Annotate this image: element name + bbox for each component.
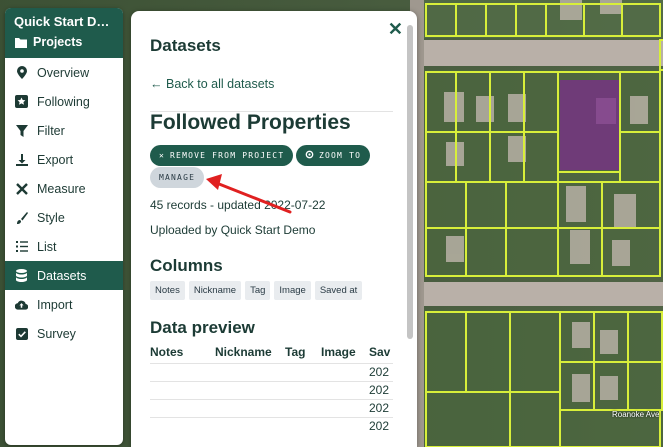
table-row: 202 <box>150 398 393 417</box>
table-cell: 202 <box>369 416 393 435</box>
target-icon <box>305 150 314 161</box>
sidebar-item-label: Datasets <box>37 268 87 283</box>
column-tags: Notes Nickname Tag Image Saved at <box>150 281 363 300</box>
data-preview-table: Notes Nickname Tag Image Sav 202 202 202… <box>150 342 393 435</box>
table-cell <box>285 362 321 381</box>
sidebar-item-list[interactable]: List <box>5 232 123 261</box>
arrow-left-icon: ← <box>150 77 163 91</box>
sidebar-item-label: List <box>37 239 57 254</box>
table-cell <box>150 362 215 381</box>
sidebar-item-style[interactable]: Style <box>5 203 123 232</box>
cloud-upload-icon <box>15 298 28 311</box>
table-header-cell: Sav <box>369 345 391 360</box>
table-cell <box>150 398 215 417</box>
close-icon[interactable]: ✕ <box>388 19 403 40</box>
table-header-cell: Nickname <box>215 345 272 360</box>
table-cell <box>215 398 285 417</box>
star-icon <box>15 95 28 108</box>
column-tag: Tag <box>245 281 271 300</box>
sidebar-item-measure[interactable]: Measure <box>5 174 123 203</box>
column-tag: Notes <box>150 281 185 300</box>
database-icon <box>15 269 28 282</box>
table-cell: 202 <box>369 398 393 417</box>
preview-heading: Data preview <box>150 318 255 337</box>
table-row: 202 <box>150 416 393 435</box>
checkbox-icon <box>15 327 28 340</box>
sidebar-item-overview[interactable]: Overview <box>5 58 123 87</box>
uploaded-by: Uploaded by Quick Start Demo <box>150 223 316 237</box>
street-label: Roanoke Ave <box>612 410 660 419</box>
table-header-cell: Tag <box>285 345 306 360</box>
projects-label: Projects <box>33 35 83 49</box>
table-header-cell: Notes <box>150 345 184 360</box>
zoom-button-label: ZOOM TO <box>319 151 362 160</box>
table-cell <box>215 380 285 399</box>
table-cell <box>321 416 369 435</box>
sidebar-item-label: Filter <box>37 123 65 138</box>
table-cell <box>321 380 369 399</box>
projects-link[interactable]: Projects <box>14 35 114 49</box>
filter-icon <box>15 124 28 137</box>
table-header-row: Notes Nickname Tag Image Sav <box>150 342 393 363</box>
map-pin-icon <box>15 66 28 79</box>
columns-heading: Columns <box>150 256 223 275</box>
table-row: 202 <box>150 362 393 381</box>
back-link-label: Back to all datasets <box>165 77 275 91</box>
annotation-arrow <box>206 174 292 214</box>
sidebar-item-label: Following <box>37 94 90 109</box>
sidebar-item-following[interactable]: Following <box>5 87 123 116</box>
table-cell <box>285 380 321 399</box>
list-icon <box>15 240 28 253</box>
sidebar-item-label: Export <box>37 152 74 167</box>
manage-button-label: MANAGE <box>159 173 196 182</box>
sidebar-item-datasets[interactable]: Datasets <box>5 261 123 290</box>
column-tag: Image <box>274 281 311 300</box>
folder-icon <box>14 36 27 49</box>
sidebar-item-label: Overview <box>37 65 90 80</box>
table-cell <box>150 416 215 435</box>
table-cell <box>321 362 369 381</box>
table-cell <box>215 362 285 381</box>
sidebar-header: Quick Start De... Projects <box>5 8 123 58</box>
download-icon <box>15 153 28 166</box>
table-row: 202 <box>150 380 393 399</box>
table-cell <box>285 398 321 417</box>
x-icon: ✕ <box>159 151 166 160</box>
sidebar-item-survey[interactable]: Survey <box>5 319 123 348</box>
sidebar-item-label: Survey <box>37 326 76 341</box>
column-tag: Nickname <box>188 281 242 300</box>
scrollbar-thumb[interactable] <box>407 25 413 339</box>
dataset-title: Followed Properties <box>150 111 351 134</box>
paintbrush-icon <box>15 211 28 224</box>
back-to-datasets-link[interactable]: ← Back to all datasets <box>150 77 274 91</box>
sidebar-item-label: Import <box>37 297 73 312</box>
panel-title: Datasets <box>150 36 221 55</box>
sidebar: Quick Start De... Projects Overview Foll… <box>5 8 123 445</box>
zoom-to-button[interactable]: ZOOM TO <box>296 145 371 166</box>
column-tag: Saved at <box>314 281 363 300</box>
sidebar-item-label: Measure <box>37 181 86 196</box>
datasets-panel: ✕ Datasets ← Back to all datasets Follow… <box>131 11 417 447</box>
table-cell <box>321 398 369 417</box>
app-title[interactable]: Quick Start De... <box>14 14 114 29</box>
table-cell: 202 <box>369 362 393 381</box>
sidebar-item-import[interactable]: Import <box>5 290 123 319</box>
sidebar-item-label: Style <box>37 210 65 225</box>
remove-from-project-button[interactable]: ✕ REMOVE FROM PROJECT <box>150 145 294 166</box>
table-header-cell: Image <box>321 345 356 360</box>
table-cell: 202 <box>369 380 393 399</box>
remove-button-label: REMOVE FROM PROJECT <box>170 151 285 160</box>
table-cell <box>150 380 215 399</box>
table-cell <box>285 416 321 435</box>
table-cell <box>215 416 285 435</box>
sidebar-item-export[interactable]: Export <box>5 145 123 174</box>
manage-button[interactable]: MANAGE <box>150 167 205 188</box>
sidebar-item-filter[interactable]: Filter <box>5 116 123 145</box>
ruler-icon <box>15 182 28 195</box>
